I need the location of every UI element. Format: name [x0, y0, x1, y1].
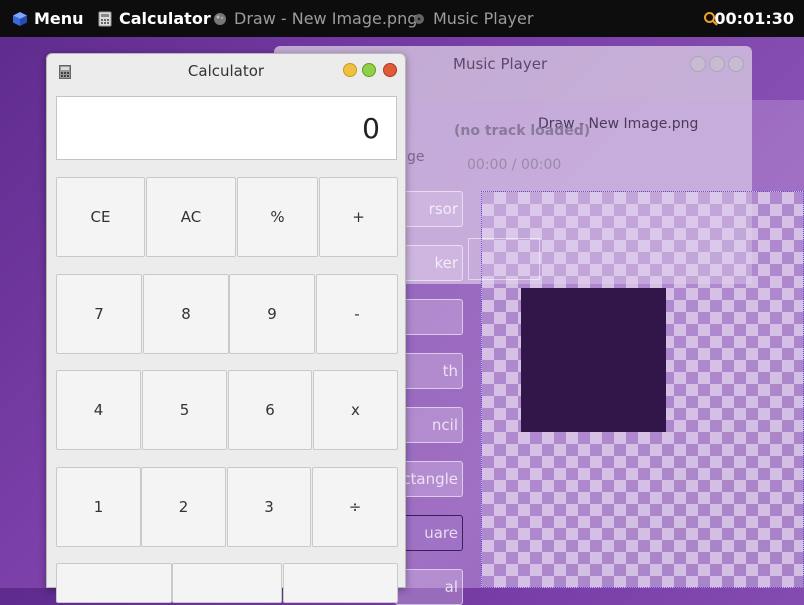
key-4[interactable]: 4: [56, 370, 141, 450]
draw-image-label: ge: [407, 149, 425, 165]
track-label: (no track loaded): [454, 123, 591, 139]
key-ac[interactable]: AC: [146, 177, 236, 257]
cube-icon: [12, 11, 28, 27]
key-percent[interactable]: %: [237, 177, 318, 257]
key-bottom-2[interactable]: [172, 563, 282, 603]
taskbar-label-music: Music Player: [433, 9, 534, 28]
taskbar-label-draw: Draw - New Image.png: [234, 9, 418, 28]
key-5[interactable]: 5: [142, 370, 227, 450]
calculator-icon: [97, 11, 113, 27]
key-multiply[interactable]: x: [313, 370, 398, 450]
key-bottom-3[interactable]: [283, 563, 398, 603]
music-close-button[interactable]: [728, 56, 744, 72]
clock: 00:01:30: [714, 9, 794, 28]
calculator-window[interactable]: Calculator 0 CE AC % + 7 8 9 - 4 5 6 x 1…: [46, 53, 406, 603]
key-divide[interactable]: ÷: [312, 467, 398, 547]
key-bottom-1[interactable]: [56, 563, 172, 603]
calculator-display: 0: [56, 96, 397, 160]
track-time: 00:00 / 00:00: [467, 157, 562, 173]
key-3[interactable]: 3: [227, 467, 311, 547]
taskbar-item-draw[interactable]: Draw - New Image.png: [212, 0, 417, 37]
key-ce[interactable]: CE: [56, 177, 145, 257]
key-8[interactable]: 8: [143, 274, 229, 354]
menu-label: Menu: [34, 9, 84, 28]
key-7[interactable]: 7: [56, 274, 142, 354]
taskbar-item-music-player[interactable]: Music Player: [411, 0, 533, 37]
taskbar-item-calculator[interactable]: Calculator: [97, 0, 211, 37]
key-6[interactable]: 6: [228, 370, 312, 450]
menu-button[interactable]: Menu: [12, 0, 84, 37]
taskbar-label-calculator: Calculator: [119, 9, 211, 28]
music-disc-icon: [411, 11, 427, 27]
calculator-maximize-button[interactable]: [362, 63, 376, 77]
key-minus[interactable]: -: [316, 274, 398, 354]
key-9[interactable]: 9: [229, 274, 315, 354]
paint-brush-icon: [212, 11, 228, 27]
music-player-title: Music Player: [453, 55, 548, 73]
calculator-close-button[interactable]: [383, 63, 397, 77]
music-maximize-button[interactable]: [709, 56, 725, 72]
key-1[interactable]: 1: [56, 467, 141, 547]
music-minimize-button[interactable]: [690, 56, 706, 72]
calculator-minimize-button[interactable]: [343, 63, 357, 77]
music-control-frame: [468, 238, 540, 280]
drawn-square: [521, 288, 666, 432]
key-plus[interactable]: +: [319, 177, 398, 257]
taskbar: Menu Calculator Draw - New Image.png Mus…: [0, 0, 804, 37]
key-2[interactable]: 2: [141, 467, 226, 547]
